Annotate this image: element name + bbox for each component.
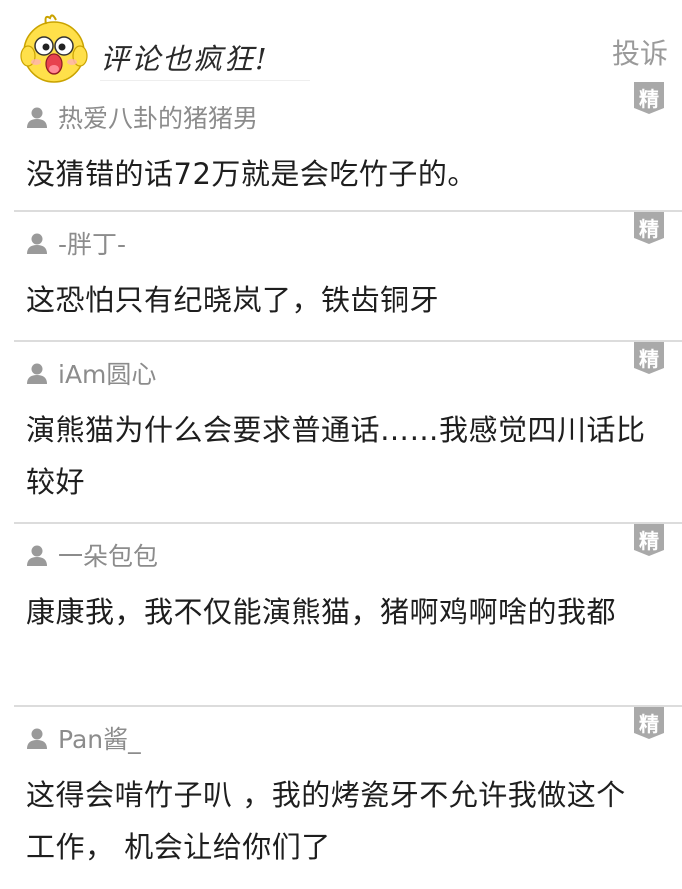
page-title: 评论也疯狂!: [100, 42, 269, 76]
report-button[interactable]: 投诉: [612, 32, 668, 72]
comment-author[interactable]: 热爱八卦的猪猪男: [26, 102, 259, 133]
comment-item: iAm圆心 演熊猫为什么会要求普通话……我感觉四川话比较好 精: [14, 342, 682, 524]
header: 评论也疯狂! 投诉: [0, 0, 682, 90]
comment-text: 这恐怕只有纪晓岚了，铁齿铜牙: [26, 283, 440, 317]
comment-item: Pan酱_ 这得会啃竹子叭 ，我的烤瓷牙不允许我做这个工作， 机会让给你们了 精: [14, 707, 682, 889]
user-icon: [27, 728, 47, 749]
comment-author[interactable]: iAm圆心: [26, 358, 157, 389]
comment-item: 热爱八卦的猪猪男 没猜错的话72万就是会吃竹子的。 精: [14, 82, 682, 212]
comment-text: 康康我，我不仅能演熊猫，猪啊鸡啊啥的我都: [26, 595, 617, 629]
featured-badge: 精: [634, 524, 664, 556]
badge-label: 精: [639, 529, 659, 553]
user-icon: [27, 545, 47, 566]
featured-badge: 精: [634, 707, 664, 739]
badge-label: 精: [639, 712, 659, 736]
comment-item: 一朵包包 康康我，我不仅能演熊猫，猪啊鸡啊啥的我都 精: [14, 524, 682, 707]
user-icon: [27, 233, 47, 254]
chick-mascot-icon: [20, 14, 88, 83]
comment-author[interactable]: -胖丁-: [26, 228, 127, 259]
username: Pan酱_: [58, 725, 141, 754]
comment-list: 热爱八卦的猪猪男 没猜错的话72万就是会吃竹子的。 精 -胖丁- 这恐怕只有纪晓…: [0, 82, 682, 889]
username: 热爱八卦的猪猪男: [58, 104, 259, 133]
badge-label: 精: [639, 87, 659, 111]
comment-author[interactable]: 一朵包包: [26, 540, 159, 571]
featured-badge: 精: [634, 342, 664, 374]
badge-label: 精: [639, 347, 659, 371]
username: 一朵包包: [58, 542, 159, 571]
user-icon: [27, 363, 47, 384]
comment-text: 这得会啃竹子叭 ，我的烤瓷牙不允许我做这个工作， 机会让给你们了: [26, 778, 626, 864]
header-underline: [100, 80, 310, 81]
badge-label: 精: [639, 217, 659, 241]
username: -胖丁-: [58, 230, 127, 259]
featured-badge: 精: [634, 212, 664, 244]
featured-badge: 精: [634, 82, 664, 114]
comment-item: -胖丁- 这恐怕只有纪晓岚了，铁齿铜牙 精: [14, 212, 682, 342]
user-icon: [27, 107, 47, 128]
comment-text: 没猜错的话72万就是会吃竹子的。: [26, 157, 477, 191]
username: iAm圆心: [58, 360, 157, 389]
comment-author[interactable]: Pan酱_: [26, 723, 141, 754]
comment-text: 演熊猫为什么会要求普通话……我感觉四川话比较好: [26, 413, 646, 499]
